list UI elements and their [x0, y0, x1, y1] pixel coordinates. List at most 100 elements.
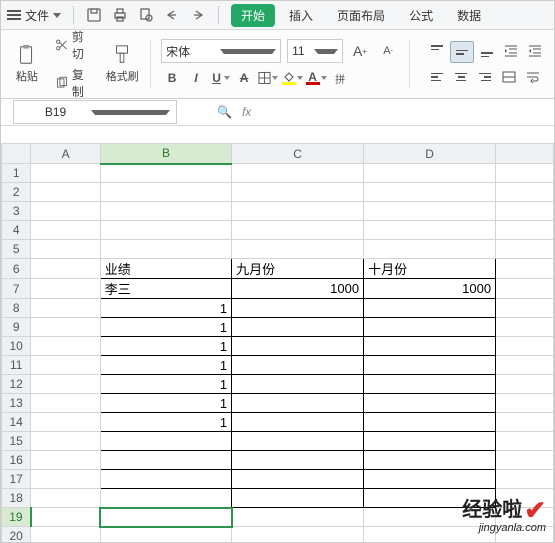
cell-B2[interactable] [100, 183, 231, 202]
name-box[interactable]: B19 [13, 100, 177, 124]
cell-C14[interactable] [232, 413, 364, 432]
cell-A1[interactable] [31, 164, 100, 183]
formula-input[interactable] [257, 100, 554, 124]
cell-A16[interactable] [31, 451, 100, 470]
print-icon[interactable] [112, 7, 128, 23]
cell-B14[interactable]: 1 [100, 413, 231, 432]
align-center-button[interactable] [450, 67, 472, 87]
cut-button[interactable]: 剪切 [55, 28, 95, 62]
cell-E10[interactable] [496, 337, 554, 356]
cell-C9[interactable] [232, 318, 364, 337]
cell-B8[interactable]: 1 [100, 299, 231, 318]
cell-D12[interactable] [364, 375, 496, 394]
row-header-15[interactable]: 15 [2, 432, 31, 451]
fill-color-button[interactable] [281, 67, 303, 89]
row-header-3[interactable]: 3 [2, 202, 31, 221]
cell-B20[interactable] [100, 527, 231, 543]
col-header-D[interactable]: D [364, 144, 496, 164]
align-middle-button[interactable] [450, 41, 474, 63]
row-header-7[interactable]: 7 [2, 279, 31, 299]
cell-D7[interactable]: 1000 [364, 279, 496, 299]
row-header-11[interactable]: 11 [2, 356, 31, 375]
cell-E6[interactable] [496, 259, 554, 279]
cell-D10[interactable] [364, 337, 496, 356]
cell-B3[interactable] [100, 202, 231, 221]
cell-A19[interactable] [31, 508, 100, 527]
row-header-5[interactable]: 5 [2, 240, 31, 259]
cell-C12[interactable] [232, 375, 364, 394]
cell-B1[interactable] [100, 164, 231, 183]
tab-data[interactable]: 数据 [447, 4, 491, 27]
cell-C11[interactable] [232, 356, 364, 375]
bold-button[interactable]: B [161, 67, 183, 89]
row-header-16[interactable]: 16 [2, 451, 31, 470]
cell-C1[interactable] [232, 164, 364, 183]
tab-formula[interactable]: 公式 [399, 4, 443, 27]
cell-C8[interactable] [232, 299, 364, 318]
col-header-A[interactable]: A [31, 144, 100, 164]
tab-start[interactable]: 开始 [231, 4, 275, 27]
font-name-combo[interactable]: 宋体 [161, 39, 281, 63]
cell-C16[interactable] [232, 451, 364, 470]
row-header-2[interactable]: 2 [2, 183, 31, 202]
save-icon[interactable] [86, 7, 102, 23]
cell-C18[interactable] [232, 489, 364, 508]
cell-B6[interactable]: 业绩 [100, 259, 231, 279]
cell-D2[interactable] [364, 183, 496, 202]
row-header-8[interactable]: 8 [2, 299, 31, 318]
spreadsheet-grid[interactable]: A B C D 123456业绩九月份十月份7李三100010008191101… [1, 143, 554, 542]
paste-button[interactable]: 粘贴 [9, 38, 45, 90]
cell-A15[interactable] [31, 432, 100, 451]
format-painter-button[interactable]: 格式刷 [104, 38, 140, 90]
cell-B11[interactable]: 1 [100, 356, 231, 375]
cell-A11[interactable] [31, 356, 100, 375]
row-header-20[interactable]: 20 [2, 527, 31, 543]
cell-C4[interactable] [232, 221, 364, 240]
cell-E12[interactable] [496, 375, 554, 394]
cell-D13[interactable] [364, 394, 496, 413]
cell-E14[interactable] [496, 413, 554, 432]
cell-B19[interactable] [100, 508, 231, 527]
cell-E13[interactable] [496, 394, 554, 413]
strikethrough-button[interactable]: A [233, 67, 255, 89]
row-header-18[interactable]: 18 [2, 489, 31, 508]
tab-insert[interactable]: 插入 [279, 4, 323, 27]
cell-B13[interactable]: 1 [100, 394, 231, 413]
row-header-14[interactable]: 14 [2, 413, 31, 432]
cell-C2[interactable] [232, 183, 364, 202]
cell-E8[interactable] [496, 299, 554, 318]
cell-E3[interactable] [496, 202, 554, 221]
cell-C3[interactable] [232, 202, 364, 221]
row-header-4[interactable]: 4 [2, 221, 31, 240]
select-all-corner[interactable] [2, 144, 31, 164]
cell-C17[interactable] [232, 470, 364, 489]
cell-D14[interactable] [364, 413, 496, 432]
cell-C7[interactable]: 1000 [232, 279, 364, 299]
cell-C6[interactable]: 九月份 [232, 259, 364, 279]
cell-E5[interactable] [496, 240, 554, 259]
cell-D16[interactable] [364, 451, 496, 470]
align-top-button[interactable] [426, 41, 448, 61]
italic-button[interactable]: I [185, 67, 207, 89]
row-header-9[interactable]: 9 [2, 318, 31, 337]
cell-B17[interactable] [100, 470, 231, 489]
fx-search-icon[interactable]: 🔍 [217, 105, 232, 119]
cell-D6[interactable]: 十月份 [364, 259, 496, 279]
cell-C13[interactable] [232, 394, 364, 413]
cell-B7[interactable]: 李三 [100, 279, 231, 299]
cell-E15[interactable] [496, 432, 554, 451]
cell-B4[interactable] [100, 221, 231, 240]
wrap-text-button[interactable] [522, 67, 544, 87]
cell-B9[interactable]: 1 [100, 318, 231, 337]
cell-A9[interactable] [31, 318, 100, 337]
cell-E4[interactable] [496, 221, 554, 240]
cell-E2[interactable] [496, 183, 554, 202]
cell-A12[interactable] [31, 375, 100, 394]
cell-E16[interactable] [496, 451, 554, 470]
cell-E1[interactable] [496, 164, 554, 183]
cell-B15[interactable] [100, 432, 231, 451]
cell-D8[interactable] [364, 299, 496, 318]
cell-A4[interactable] [31, 221, 100, 240]
cell-A18[interactable] [31, 489, 100, 508]
copy-button[interactable]: 复制 [55, 66, 95, 100]
